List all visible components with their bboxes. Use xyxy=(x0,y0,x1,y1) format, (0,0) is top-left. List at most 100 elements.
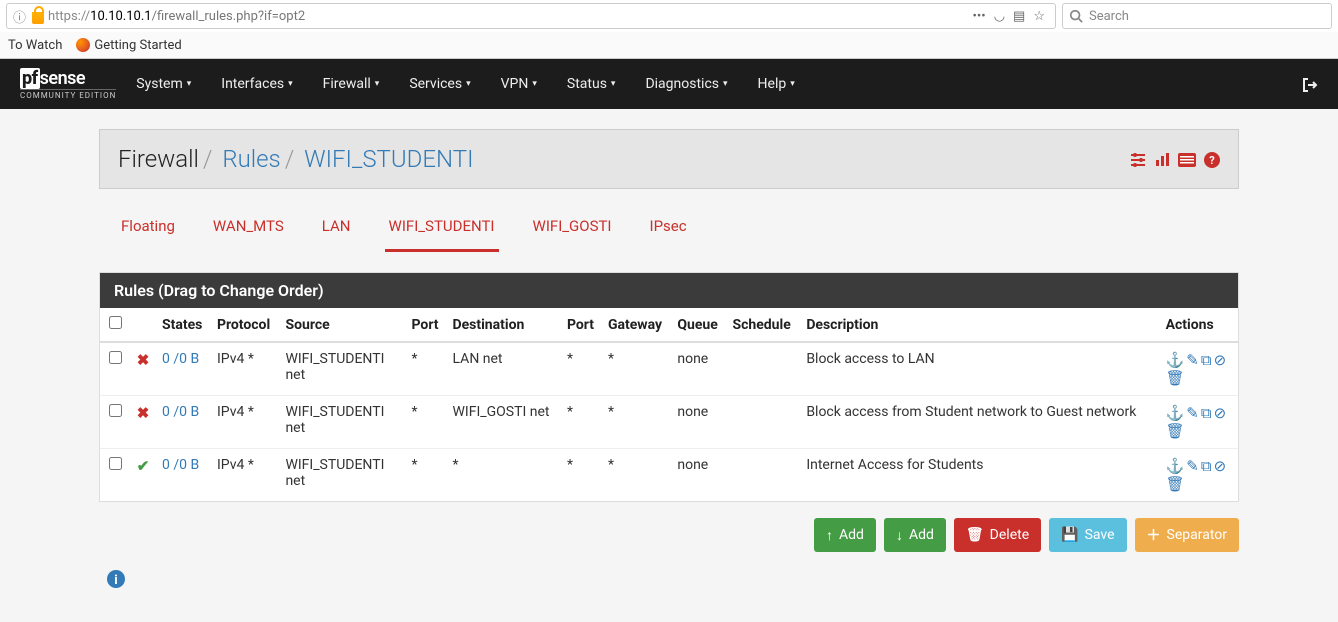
logout-icon[interactable] xyxy=(1302,75,1318,94)
pocket-icon[interactable]: ◡ xyxy=(994,9,1005,24)
url-host: 10.10.10.1 xyxy=(90,9,151,24)
tabs: Floating WAN_MTS LAN WIFI_STUDENTI WIFI_GOST… xyxy=(99,207,1239,252)
col-3: Protocol xyxy=(211,308,279,342)
edit-icon[interactable]: ✎ xyxy=(1186,351,1199,369)
cell-source: WIFI_STUDENTI net xyxy=(279,342,405,396)
bookmark-star-icon[interactable]: ☆ xyxy=(1033,9,1045,24)
nav-status[interactable]: Status▾ xyxy=(567,76,616,92)
add-top-button[interactable]: ↑Add xyxy=(814,518,876,552)
tab-floating[interactable]: Floating xyxy=(117,207,179,252)
info-icon: ⓘ xyxy=(13,7,26,26)
breadcrumb: Firewall/ Rules/ WIFI_STUDENTI xyxy=(118,145,474,173)
tab-lan[interactable]: LAN xyxy=(318,207,355,252)
anchor-icon[interactable]: ⚓ xyxy=(1166,457,1185,475)
select-all-checkbox[interactable] xyxy=(109,316,122,329)
plus-icon: ＋ xyxy=(1147,525,1161,545)
firefox-icon xyxy=(76,38,90,52)
tab-wan_mts[interactable]: WAN_MTS xyxy=(209,207,288,252)
info-icon[interactable]: i xyxy=(107,568,1239,589)
table-row[interactable]: ✔0 /0 BIPv4 *WIFI_STUDENTI net****noneIn… xyxy=(100,449,1238,502)
search-bar[interactable]: Search xyxy=(1062,3,1332,29)
trash-icon[interactable]: 🗑 xyxy=(1166,422,1185,440)
row-checkbox[interactable] xyxy=(109,404,122,417)
settings-icon[interactable] xyxy=(1130,150,1146,169)
search-placeholder: Search xyxy=(1089,9,1129,24)
lock-icon xyxy=(32,12,44,24)
cell-dest: * xyxy=(447,449,561,502)
reject-icon: ✖ xyxy=(130,396,156,449)
copy-icon[interactable]: ⧉ xyxy=(1201,351,1212,369)
cell-actions: ⚓✎⧉⊘ 🗑 xyxy=(1160,342,1238,396)
svg-text:?: ? xyxy=(1209,154,1215,167)
save-icon: 💾 xyxy=(1061,527,1078,543)
breadcrumb-leaf[interactable]: WIFI_STUDENTI xyxy=(304,145,473,173)
copy-icon[interactable]: ⧉ xyxy=(1201,404,1212,422)
cell-dport: * xyxy=(561,449,602,502)
col-5: Port xyxy=(406,308,447,342)
url-protocol: https:// xyxy=(48,9,90,24)
nav-vpn[interactable]: VPN▾ xyxy=(501,76,537,92)
table-row[interactable]: ✖0 /0 BIPv4 *WIFI_STUDENTI net*WIFI_GOST… xyxy=(100,396,1238,449)
breadcrumb-root: Firewall xyxy=(118,145,199,173)
col-8: Gateway xyxy=(602,308,671,342)
save-button[interactable]: 💾Save xyxy=(1049,518,1126,552)
breadcrumb-rules[interactable]: Rules xyxy=(222,145,280,173)
bookmark-to-watch[interactable]: To Watch xyxy=(8,38,62,53)
cell-queue: none xyxy=(671,342,726,396)
cell-source: WIFI_STUDENTI net xyxy=(279,396,405,449)
nav-diagnostics[interactable]: Diagnostics▾ xyxy=(645,76,727,92)
states-link[interactable]: 0 /0 B xyxy=(162,404,199,420)
cell-protocol: IPv4 * xyxy=(211,342,279,396)
logo[interactable]: pfsense COMMUNITY EDITION xyxy=(20,68,116,100)
states-link[interactable]: 0 /0 B xyxy=(162,351,199,367)
table-row[interactable]: ✖0 /0 BIPv4 *WIFI_STUDENTI net*LAN net**… xyxy=(100,342,1238,396)
tab-ipsec[interactable]: IPsec xyxy=(646,207,691,252)
separator-button[interactable]: ＋Separator xyxy=(1135,518,1239,552)
disable-icon[interactable]: ⊘ xyxy=(1214,351,1227,369)
disable-icon[interactable]: ⊘ xyxy=(1214,404,1227,422)
reject-icon: ✖ xyxy=(130,342,156,396)
cell-protocol: IPv4 * xyxy=(211,449,279,502)
row-checkbox[interactable] xyxy=(109,457,122,470)
bookmark-getting-started[interactable]: Getting Started xyxy=(76,38,181,53)
row-checkbox[interactable] xyxy=(109,351,122,364)
trash-icon: 🗑 xyxy=(966,527,984,543)
tab-wifi_gosti[interactable]: WIFI_GOSTI xyxy=(529,207,616,252)
search-icon xyxy=(1069,9,1083,23)
more-icon[interactable]: ••• xyxy=(973,9,986,24)
cell-dest: LAN net xyxy=(447,342,561,396)
add-bottom-button[interactable]: ↓Add xyxy=(884,518,946,552)
address-bar[interactable]: ⓘ https://10.10.10.1/firewall_rules.php?… xyxy=(6,3,1056,29)
trash-icon[interactable]: 🗑 xyxy=(1166,475,1185,493)
edit-icon[interactable]: ✎ xyxy=(1186,404,1199,422)
cell-actions: ⚓✎⧉⊘ 🗑 xyxy=(1160,396,1238,449)
col-1 xyxy=(130,308,156,342)
anchor-icon[interactable]: ⚓ xyxy=(1166,351,1185,369)
cell-sport: * xyxy=(406,342,447,396)
log-icon[interactable] xyxy=(1178,150,1196,169)
reader-icon[interactable]: ▤ xyxy=(1013,9,1025,24)
states-link[interactable]: 0 /0 B xyxy=(162,457,199,473)
nav-help[interactable]: Help▾ xyxy=(758,76,795,92)
anchor-icon[interactable]: ⚓ xyxy=(1166,404,1185,422)
col-9: Queue xyxy=(671,308,726,342)
delete-button[interactable]: 🗑Delete xyxy=(954,518,1041,552)
pass-icon: ✔ xyxy=(130,449,156,502)
help-icon[interactable]: ? xyxy=(1204,150,1220,169)
edit-icon[interactable]: ✎ xyxy=(1186,457,1199,475)
nav-system[interactable]: System▾ xyxy=(136,76,191,92)
cell-actions: ⚓✎⧉⊘ 🗑 xyxy=(1160,449,1238,502)
nav-interfaces[interactable]: Interfaces▾ xyxy=(221,76,292,92)
arrow-up-icon: ↑ xyxy=(826,527,833,544)
svg-text:i: i xyxy=(114,573,117,588)
nav-firewall[interactable]: Firewall▾ xyxy=(323,76,380,92)
tab-wifi_studenti[interactable]: WIFI_STUDENTI xyxy=(385,207,499,252)
col-0 xyxy=(100,308,130,342)
trash-icon[interactable]: 🗑 xyxy=(1166,369,1185,387)
col-6: Destination xyxy=(447,308,561,342)
stats-icon[interactable] xyxy=(1154,150,1170,169)
copy-icon[interactable]: ⧉ xyxy=(1201,457,1212,475)
navbar: pfsense COMMUNITY EDITION System▾ Interfa… xyxy=(0,59,1338,109)
nav-services[interactable]: Services▾ xyxy=(409,76,470,92)
disable-icon[interactable]: ⊘ xyxy=(1214,457,1227,475)
